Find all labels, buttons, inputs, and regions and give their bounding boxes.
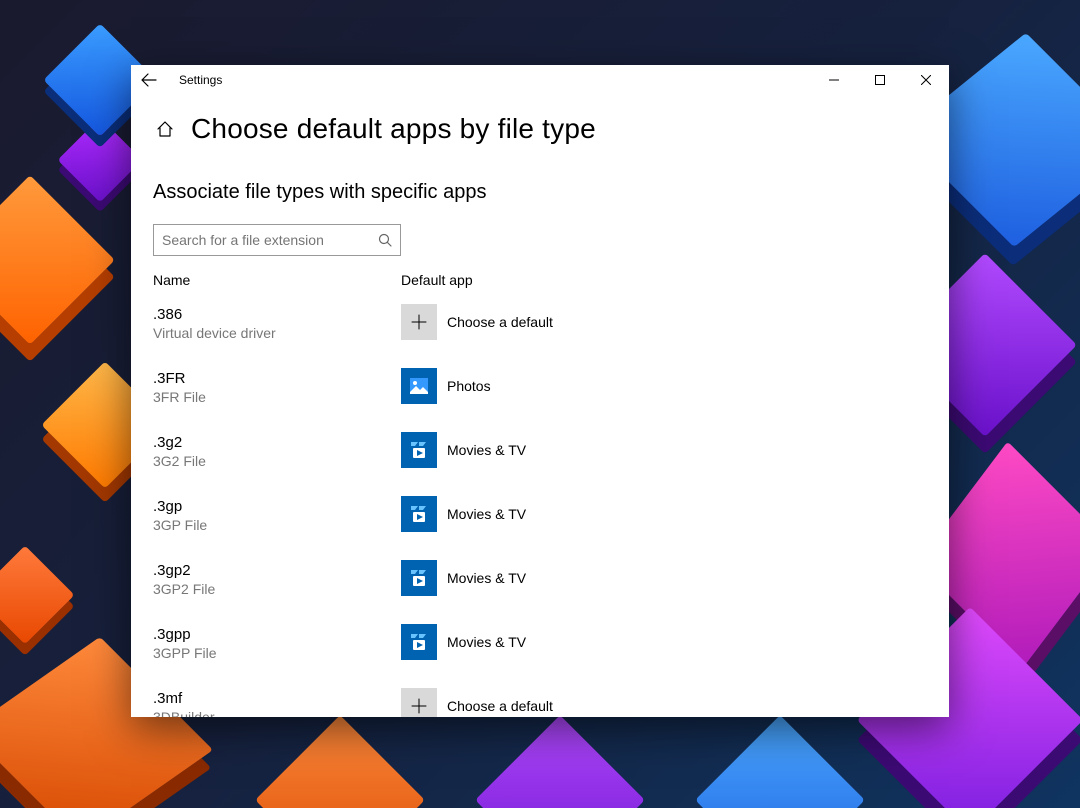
column-default-app: Default app (401, 272, 473, 288)
default-app-button[interactable]: Choose a default (401, 304, 553, 340)
file-extension: .3gpp (153, 626, 401, 643)
default-app-button[interactable]: Photos (401, 368, 491, 404)
default-app-label: Movies & TV (447, 506, 526, 522)
file-extension: .3mf (153, 690, 401, 707)
file-type-info: .386 Virtual device driver (153, 304, 401, 341)
file-description: 3GP File (153, 517, 401, 533)
file-extension: .386 (153, 306, 401, 323)
plus-icon (401, 304, 437, 340)
search-input[interactable] (162, 232, 378, 248)
titlebar: Settings (131, 65, 949, 95)
file-type-row: .3mf 3DBuilder Choose a default (153, 688, 927, 717)
default-app-button[interactable]: Movies & TV (401, 496, 526, 532)
minimize-icon (829, 75, 839, 85)
close-icon (921, 75, 931, 85)
default-app-label: Movies & TV (447, 570, 526, 586)
default-app-button[interactable]: Movies & TV (401, 432, 526, 468)
file-extension: .3gp2 (153, 562, 401, 579)
home-icon (156, 120, 174, 138)
file-type-info: .3g2 3G2 File (153, 432, 401, 469)
settings-window: Settings Choose default apps by file typ… (131, 65, 949, 717)
app-title: Settings (167, 73, 222, 87)
page-title: Choose default apps by file type (191, 113, 596, 145)
file-description: Virtual device driver (153, 325, 401, 341)
file-type-info: .3FR 3FR File (153, 368, 401, 405)
movies-tv-icon (401, 560, 437, 596)
home-button[interactable] (153, 117, 177, 141)
photos-icon (401, 368, 437, 404)
file-description: 3G2 File (153, 453, 401, 469)
file-description: 3GP2 File (153, 581, 401, 597)
file-type-row: .386 Virtual device driver Choose a defaul… (153, 304, 927, 352)
file-type-info: .3gp2 3GP2 File (153, 560, 401, 597)
arrow-left-icon (141, 72, 157, 88)
file-description: 3DBuilder (153, 709, 401, 717)
default-app-label: Movies & TV (447, 442, 526, 458)
default-app-button[interactable]: Movies & TV (401, 560, 526, 596)
plus-icon (401, 688, 437, 717)
back-button[interactable] (131, 65, 167, 95)
file-type-row: .3g2 3G2 File Movies & TV (153, 432, 927, 480)
file-type-info: .3gpp 3GPP File (153, 624, 401, 661)
file-description: 3FR File (153, 389, 401, 405)
default-app-label: Photos (447, 378, 491, 394)
movies-tv-icon (401, 432, 437, 468)
default-app-button[interactable]: Choose a default (401, 688, 553, 717)
file-type-row: .3gp2 3GP2 File Movies & TV (153, 560, 927, 608)
column-headers: Name Default app (153, 272, 927, 288)
default-app-button[interactable]: Movies & TV (401, 624, 526, 660)
movies-tv-icon (401, 496, 437, 532)
file-type-info: .3mf 3DBuilder (153, 688, 401, 717)
file-type-list: .386 Virtual device driver Choose a defaul… (153, 304, 927, 717)
movies-tv-icon (401, 624, 437, 660)
file-extension: .3FR (153, 370, 401, 387)
default-app-label: Movies & TV (447, 634, 526, 650)
file-type-row: .3gp 3GP File Movies & TV (153, 496, 927, 544)
file-type-row: .3gpp 3GPP File Movies & TV (153, 624, 927, 672)
minimize-button[interactable] (811, 65, 857, 95)
search-icon (378, 233, 392, 247)
section-subtitle: Associate file types with specific apps (153, 181, 927, 204)
default-app-label: Choose a default (447, 314, 553, 330)
default-app-label: Choose a default (447, 698, 553, 714)
maximize-icon (875, 75, 885, 85)
close-button[interactable] (903, 65, 949, 95)
file-extension: .3g2 (153, 434, 401, 451)
search-box[interactable] (153, 224, 401, 256)
file-description: 3GPP File (153, 645, 401, 661)
column-name: Name (153, 272, 401, 288)
content: Choose default apps by file type Associa… (131, 95, 949, 717)
file-extension: .3gp (153, 498, 401, 515)
maximize-button[interactable] (857, 65, 903, 95)
file-type-info: .3gp 3GP File (153, 496, 401, 533)
file-type-row: .3FR 3FR File Photos (153, 368, 927, 416)
